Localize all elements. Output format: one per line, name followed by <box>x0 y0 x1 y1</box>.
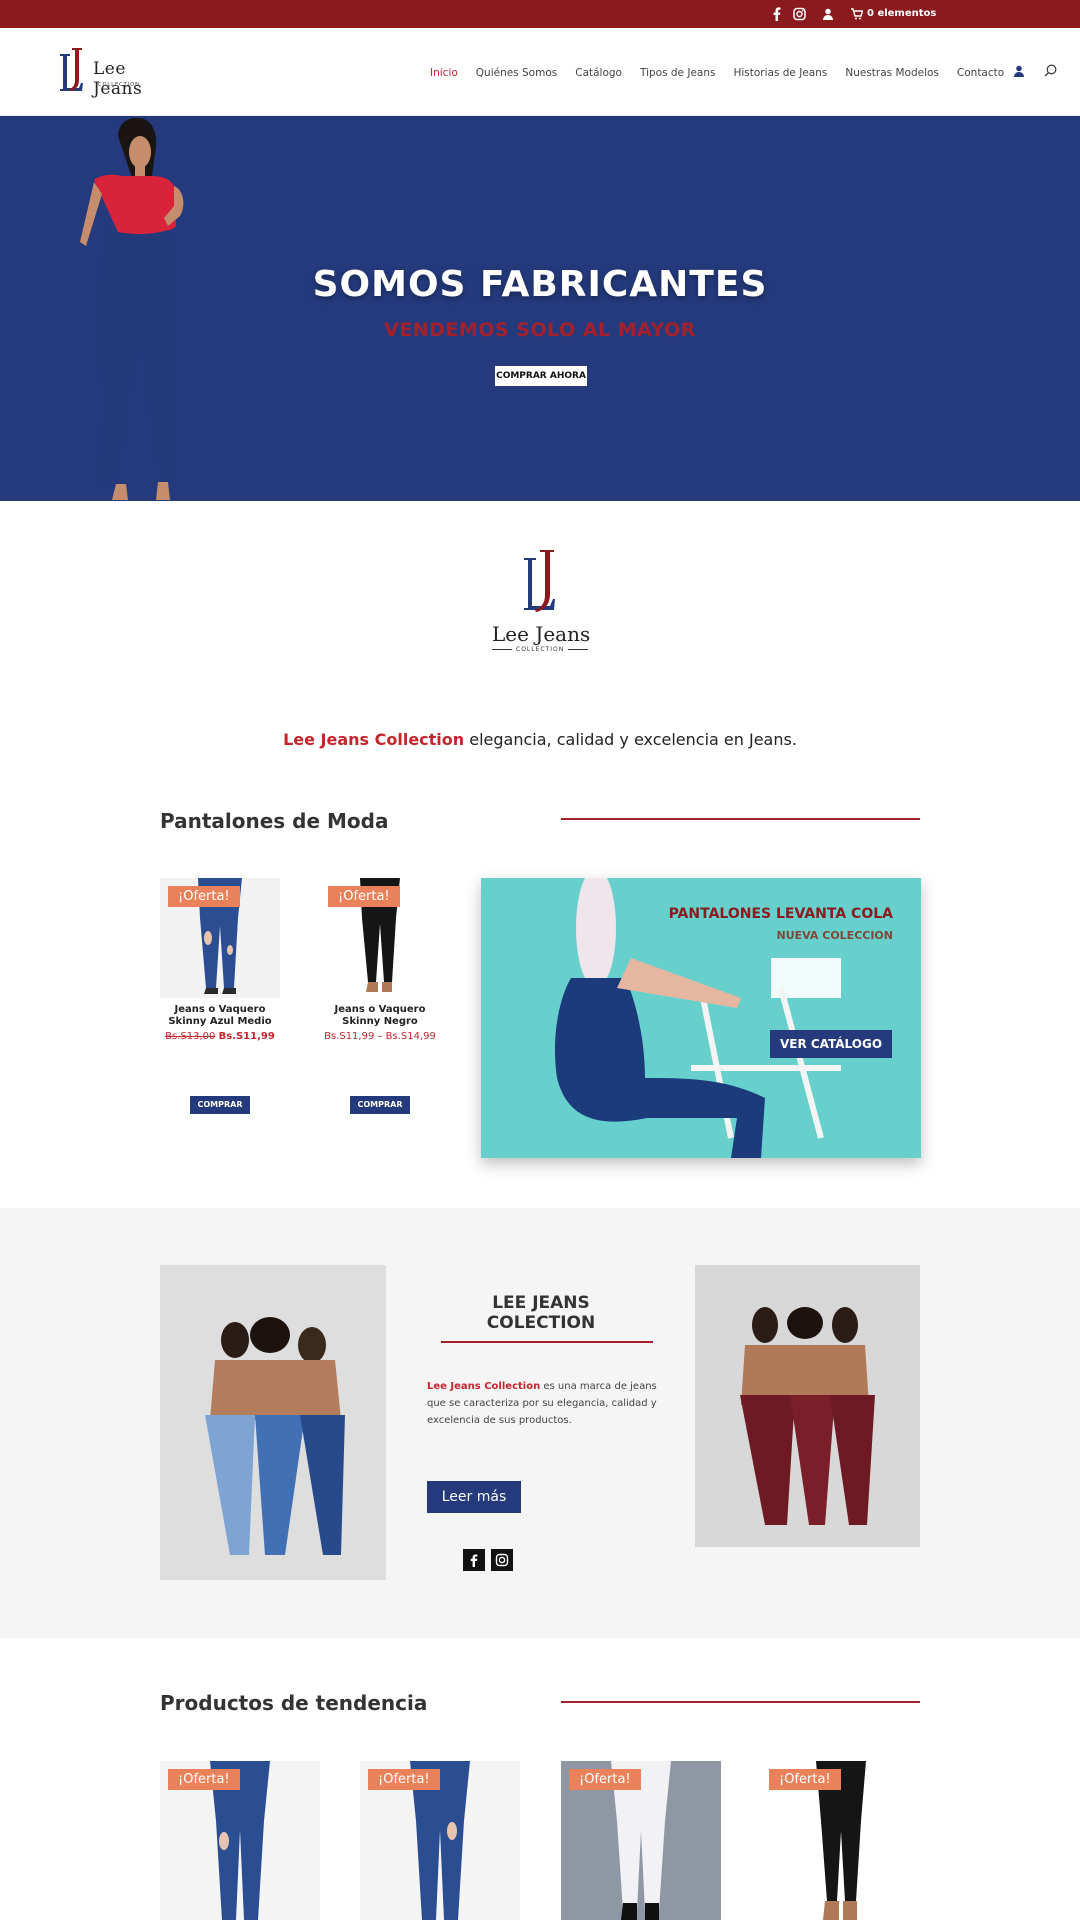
instagram-icon[interactable] <box>491 1549 513 1571</box>
product-name[interactable]: Jeans o Vaquero Skinny Azul Medio <box>160 1004 280 1028</box>
buy-button[interactable]: COMPRAR <box>190 1096 250 1114</box>
hero-title: SOMOS FABRICANTES <box>312 264 768 305</box>
section-divider <box>561 1701 920 1703</box>
nav-inicio[interactable]: Inicio <box>430 67 458 79</box>
section-divider <box>561 818 920 820</box>
nav-contacto[interactable]: Contacto <box>957 67 1004 79</box>
site-header: Lee Jeans COLLECTION Inicio Quiénes Somo… <box>0 28 1080 116</box>
hero-subtitle: VENDEMOS SOLO AL MAYOR <box>384 319 696 341</box>
trending-product-card[interactable]: ¡Oferta! <box>761 1761 921 1920</box>
logo-mark-icon <box>60 48 83 91</box>
tagline-text: elegancia, calidad y excelencia en Jeans… <box>464 730 797 749</box>
buy-button[interactable]: COMPRAR <box>350 1096 410 1114</box>
facebook-icon[interactable] <box>773 7 781 21</box>
tagline-brand: Lee Jeans Collection <box>283 730 465 749</box>
sale-badge: ¡Oferta! <box>168 1769 240 1790</box>
sale-badge: ¡Oferta! <box>569 1769 641 1790</box>
hero-buy-button[interactable]: COMPRAR AHORA <box>495 366 587 386</box>
brand-logo: Lee Jeans COLLECTION <box>488 548 592 658</box>
promo-subtitle: NUEVA COLECCION <box>776 929 893 942</box>
sale-badge: ¡Oferta! <box>368 1769 440 1790</box>
logo-mark-icon <box>524 550 555 612</box>
sale-badge: ¡Oferta! <box>328 886 400 907</box>
models-burgundy-jeans-image <box>695 1265 920 1547</box>
logo-text: Lee Jeans <box>492 622 591 646</box>
logo-divider <box>492 649 512 650</box>
hero-banner: SOMOS FABRICANTES VENDEMOS SOLO AL MAYOR… <box>0 116 1080 501</box>
new-price: Bs.S11,99 <box>218 1031 275 1042</box>
nav-catalogo[interactable]: Catálogo <box>575 67 622 79</box>
nav-nuestras-modelos[interactable]: Nuestras Modelos <box>845 67 939 79</box>
about-description: Lee Jeans Collection es una marca de jea… <box>427 1378 657 1429</box>
cart-icon[interactable] <box>851 7 863 21</box>
cart-count[interactable]: 0 elementos <box>867 8 936 19</box>
about-title: LEE JEANS COLECTION <box>486 1293 596 1333</box>
main-nav: Inicio Quiénes Somos Catálogo Tipos de J… <box>430 67 1004 79</box>
site-logo[interactable]: Lee Jeans COLLECTION <box>58 46 178 100</box>
price-range: Bs.S11,99 – Bs.S14,99 <box>324 1031 436 1042</box>
sale-badge: ¡Oferta! <box>168 886 240 907</box>
section-divider <box>441 1341 653 1343</box>
old-price: Bs.S13,00 <box>165 1031 216 1042</box>
top-bar: 0 elementos <box>0 0 1080 28</box>
sale-badge: ¡Oferta! <box>769 1769 841 1790</box>
user-icon[interactable] <box>822 7 834 21</box>
read-more-button[interactable]: Leer más <box>427 1481 521 1513</box>
logo-divider <box>568 649 588 650</box>
trending-product-card[interactable]: ¡Oferta! <box>561 1761 721 1920</box>
product-name[interactable]: Jeans o Vaquero Skinny Negro <box>320 1004 440 1028</box>
trending-product-card[interactable]: ¡Oferta! <box>160 1761 320 1920</box>
trending-section-title: Productos de tendencia <box>160 1691 428 1715</box>
logo-subtitle: COLLECTION <box>98 82 140 88</box>
models-blue-jeans-image <box>160 1265 386 1580</box>
hero-model-image <box>80 117 184 500</box>
brand-tagline: Lee Jeans Collection elegancia, calidad … <box>0 730 1080 749</box>
logo-text: Lee Jeans <box>93 59 143 99</box>
promo-title: PANTALONES LEVANTA COLA <box>668 906 893 922</box>
nav-quienes-somos[interactable]: Quiénes Somos <box>476 67 557 79</box>
instagram-icon[interactable] <box>793 7 806 21</box>
trending-product-card[interactable]: ¡Oferta! <box>360 1761 520 1920</box>
facebook-icon[interactable] <box>463 1549 485 1571</box>
product-price: Bs.S11,99 – Bs.S14,99 <box>320 1031 440 1042</box>
nav-historias-de-jeans[interactable]: Historias de Jeans <box>733 67 827 79</box>
logo-subtitle: COLLECTION <box>516 646 565 653</box>
search-icon[interactable] <box>1044 64 1057 77</box>
view-catalog-button[interactable]: VER CATÁLOGO <box>770 1030 892 1058</box>
about-brand: Lee Jeans Collection <box>427 1381 541 1392</box>
nav-tipos-de-jeans[interactable]: Tipos de Jeans <box>640 67 715 79</box>
product-price: Bs.S13,00 Bs.S11,99 <box>160 1031 280 1042</box>
fashion-section-title: Pantalones de Moda <box>160 809 389 833</box>
promo-banner[interactable]: PANTALONES LEVANTA COLA NUEVA COLECCION … <box>481 878 921 1158</box>
account-icon[interactable] <box>1013 65 1025 77</box>
